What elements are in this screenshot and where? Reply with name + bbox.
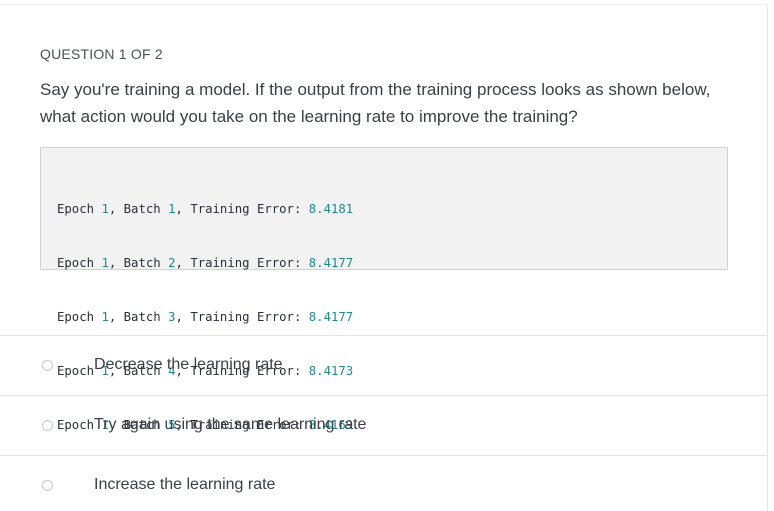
- radio-button-icon[interactable]: [42, 480, 53, 491]
- option-same-learning-rate[interactable]: Try again using the same learning rate: [0, 395, 768, 455]
- code-block: Epoch 1, Batch 1, Training Error: 8.4181…: [40, 147, 728, 432]
- code-line: Epoch 1, Batch 1, Training Error: 8.4181: [57, 202, 354, 216]
- option-label: Decrease the learning rate: [94, 356, 283, 373]
- answer-options: Decrease the learning rate Try again usi…: [0, 335, 768, 511]
- radio-button-icon[interactable]: [42, 420, 53, 431]
- option-label: Try again using the same learning rate: [94, 416, 367, 433]
- question-text: Say you're training a model. If the outp…: [40, 80, 711, 126]
- option-decrease-learning-rate[interactable]: Decrease the learning rate: [0, 335, 768, 395]
- option-increase-learning-rate[interactable]: Increase the learning rate: [0, 455, 768, 511]
- code-line: Epoch 1, Batch 3, Training Error: 8.4177: [57, 310, 354, 324]
- option-label: Increase the learning rate: [94, 476, 276, 493]
- radio-button-icon[interactable]: [42, 360, 53, 371]
- quiz-card: QUESTION 1 OF 2 Say you're training a mo…: [0, 4, 768, 511]
- code-line: Epoch 1, Batch 2, Training Error: 8.4177: [57, 256, 354, 270]
- question-counter: QUESTION 1 OF 2: [40, 46, 163, 62]
